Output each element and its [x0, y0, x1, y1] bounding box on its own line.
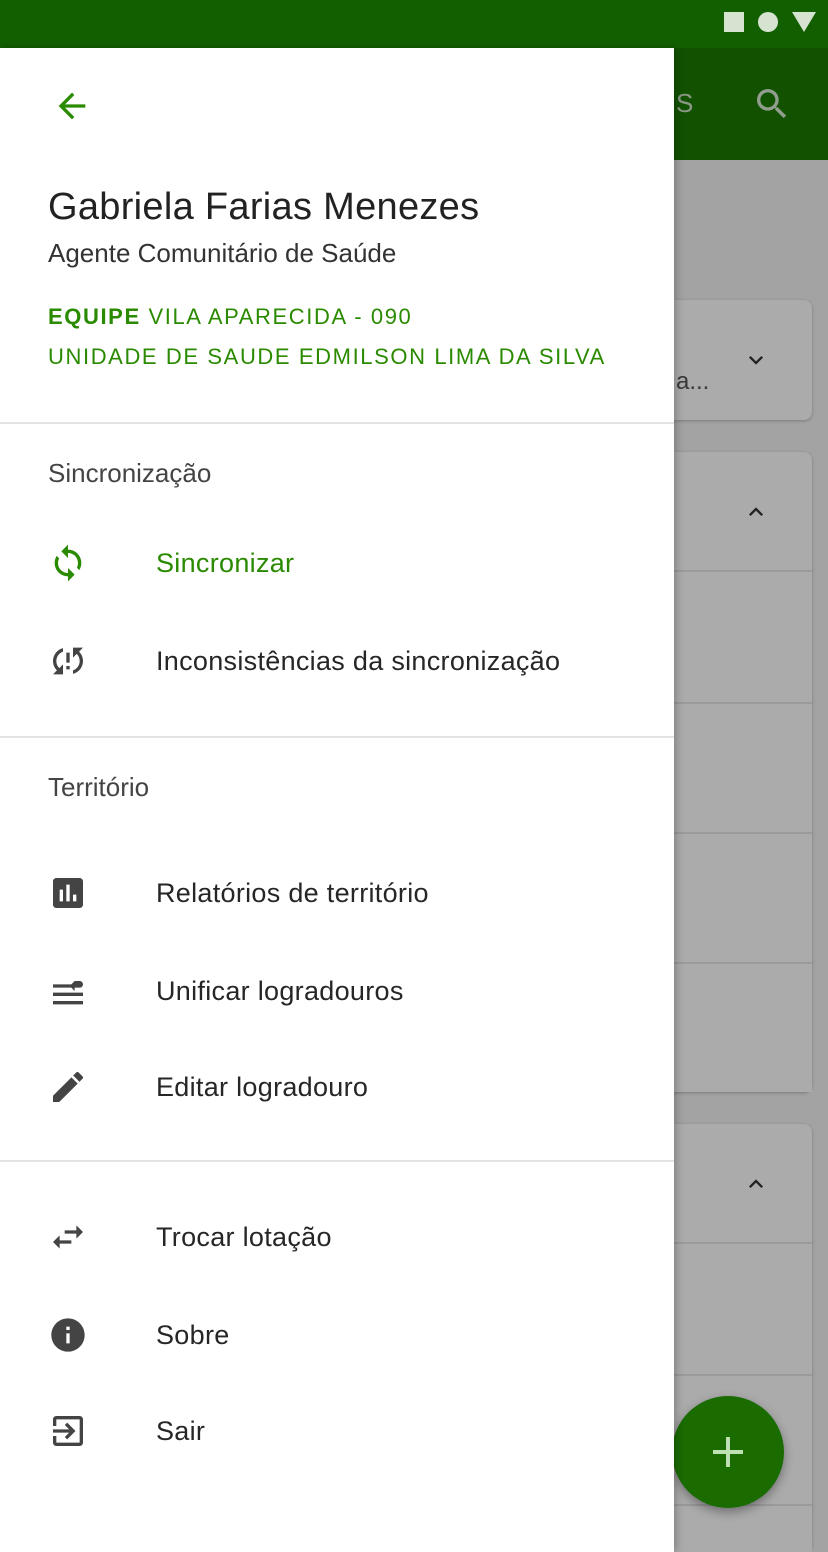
divider: [0, 736, 674, 738]
user-role: Agente Comunitário de Saúde: [48, 238, 397, 268]
menu-item-switch-assignment[interactable]: Trocar lotação: [0, 1192, 674, 1282]
menu-item-about[interactable]: Sobre: [0, 1290, 674, 1380]
pencil-icon: [48, 1067, 88, 1107]
logout-icon: [48, 1411, 88, 1451]
add-fab-button[interactable]: [672, 1396, 784, 1508]
arrow-back-icon: [58, 92, 86, 120]
sync-icon: [48, 543, 88, 583]
menu-item-label: Inconsistências da sincronização: [156, 645, 561, 676]
team-prefix: EQUIPE: [48, 304, 141, 329]
status-bar: [0, 0, 828, 48]
status-circle-icon: [758, 12, 778, 32]
navigation-drawer: Gabriela Farias Menezes Agente Comunitár…: [0, 48, 674, 1552]
section-title-sync: Sincronização: [48, 458, 212, 488]
menu-item-logout[interactable]: Sair: [0, 1386, 674, 1476]
team-line: EQUIPE VILA APARECIDA - 090: [48, 304, 412, 330]
status-icons: [724, 12, 816, 32]
menu-item-label: Sobre: [156, 1319, 230, 1350]
menu-item-sync[interactable]: Sincronizar: [0, 518, 674, 608]
menu-item-label: Editar logradouro: [156, 1071, 369, 1102]
menu-item-label: Relatórios de território: [156, 877, 429, 908]
menu-item-edit-street[interactable]: Editar logradouro: [0, 1042, 674, 1132]
menu-item-label: Sincronizar: [156, 547, 295, 578]
bar-chart-icon: [48, 873, 88, 913]
back-button[interactable]: [50, 84, 94, 128]
wifi-triangle-icon: [792, 12, 816, 32]
divider: [0, 1160, 674, 1162]
menu-item-label: Unificar logradouros: [156, 975, 404, 1006]
menu-item-territory-reports[interactable]: Relatórios de território: [0, 848, 674, 938]
divider: [0, 422, 674, 424]
menu-item-label: Trocar lotação: [156, 1221, 332, 1252]
menu-item-sync-issues[interactable]: Inconsistências da sincronização: [0, 616, 674, 706]
team-name: VILA APARECIDA - 090: [148, 304, 413, 329]
user-name: Gabriela Farias Menezes: [48, 186, 480, 228]
menu-item-label: Sair: [156, 1415, 206, 1446]
swap-icon: [48, 1217, 88, 1257]
sync-problem-icon: [48, 641, 88, 681]
info-icon: [48, 1315, 88, 1355]
menu-item-merge-streets[interactable]: Unificar logradouros: [0, 946, 674, 1036]
merge-list-icon: [48, 971, 88, 1011]
signal-square-icon: [724, 12, 744, 32]
health-unit: UNIDADE DE SAUDE EDMILSON LIMA DA SILVA: [48, 344, 606, 369]
section-title-territory: Território: [48, 772, 150, 802]
